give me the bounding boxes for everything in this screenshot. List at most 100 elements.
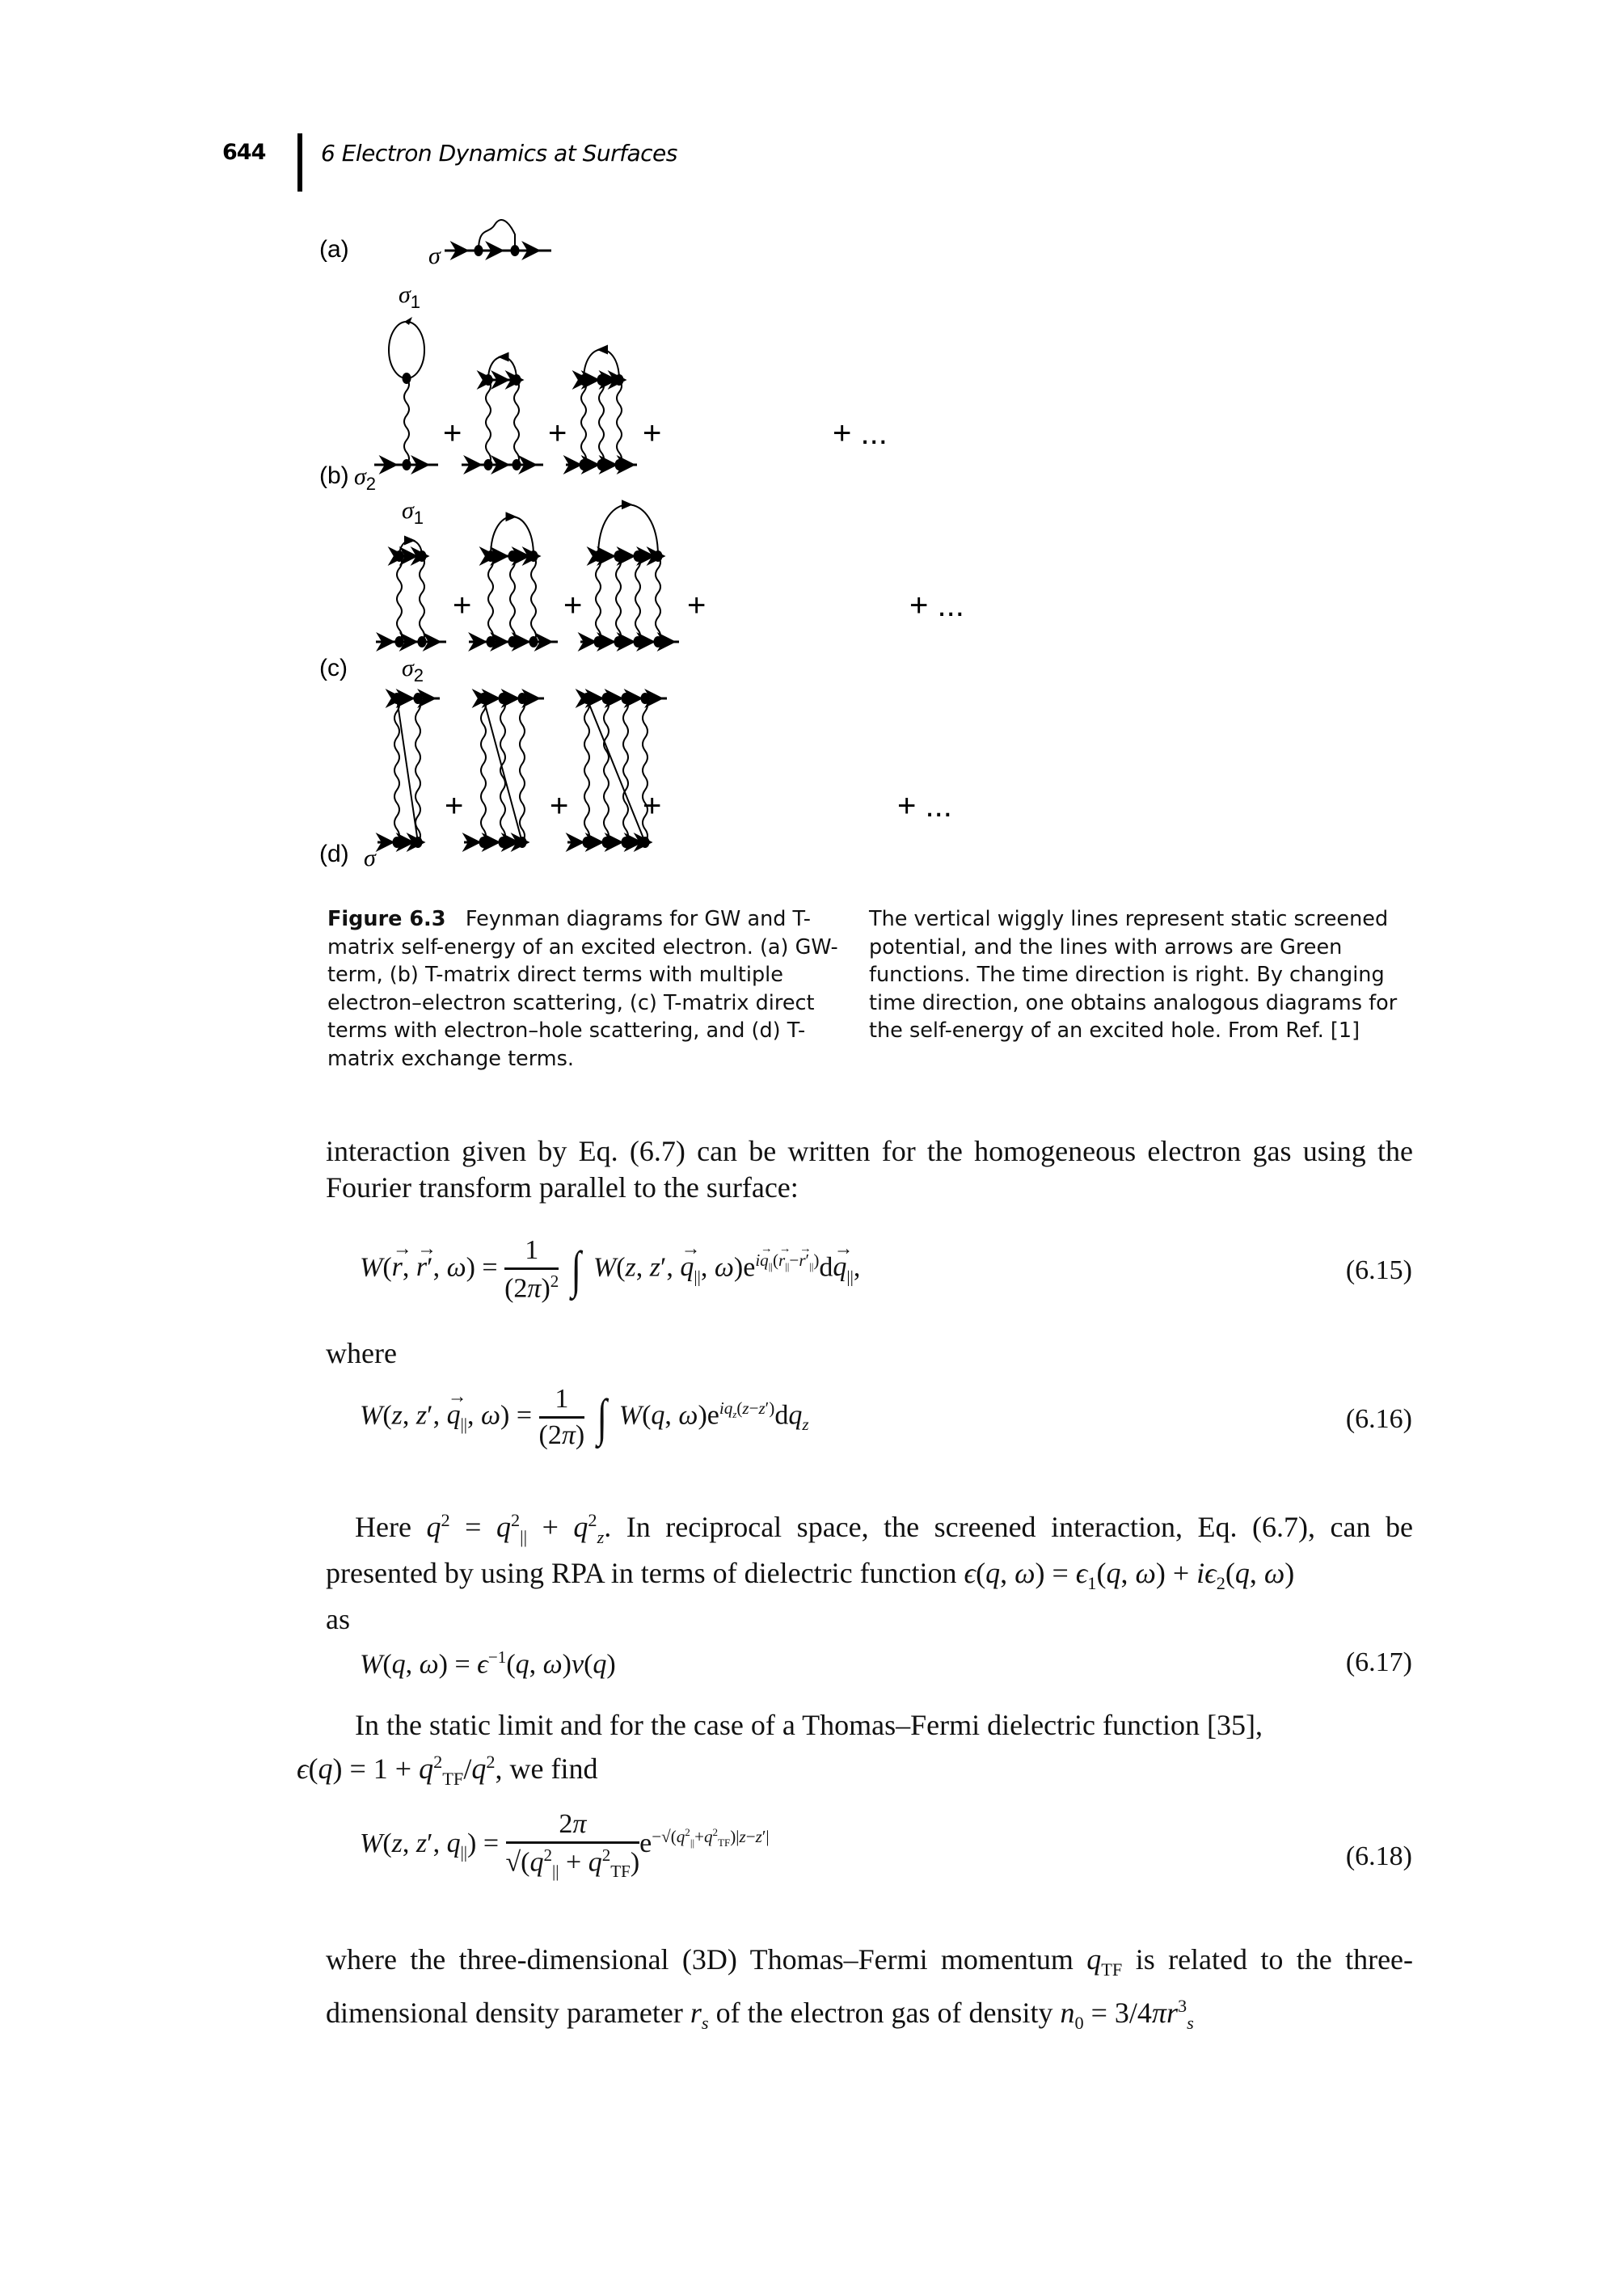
screened-potential-wiggle	[616, 379, 622, 466]
paragraph-2: Here q2 = q2|| + q2z. In reciprocal spac…	[326, 1510, 1413, 1636]
plus-c-4: + ...	[909, 588, 964, 623]
screened-potential-wiggle	[513, 379, 520, 466]
vertex-dot	[601, 693, 611, 704]
screened-potential-wiggle	[478, 219, 516, 251]
screened-potential-wiggle	[603, 698, 610, 843]
vertex-dot	[614, 636, 623, 647]
screened-potential-wiggle	[595, 555, 601, 643]
vertex-dot	[402, 459, 411, 470]
figure-label: Figure 6.3	[327, 907, 446, 931]
screened-potential-wiggle	[530, 555, 537, 643]
vertex-dot	[601, 837, 611, 848]
screened-potential-wiggle	[519, 698, 525, 843]
plus-d-4: + ...	[897, 788, 952, 824]
sigma1-label-b: σ1	[399, 281, 421, 312]
screened-potential-wiggle	[403, 377, 410, 466]
figure-6-3: (a) σ σ1 (b) σ2 σ1 (c) σ2 (d) σ + + + + …	[0, 0, 1624, 889]
vertex-dot	[633, 550, 643, 562]
vertex-dot	[529, 636, 538, 647]
screened-potential-wiggle	[509, 555, 516, 643]
vertex-dot	[621, 693, 631, 704]
plus-d-1: +	[445, 788, 464, 824]
vertex-dot	[417, 636, 427, 647]
equation-number-6-16: (6.16)	[1345, 1404, 1412, 1434]
sigma2-label-c: σ2	[402, 655, 424, 685]
vertex-dot	[508, 550, 517, 562]
arrow-head	[622, 500, 633, 510]
screened-potential-wiggle	[580, 379, 587, 466]
vertex-dot	[479, 837, 488, 848]
equation-6-16: W(z, z′, q||, ω) = 1(2π) ∫ W(q, ω)eiqz(z…	[360, 1384, 809, 1451]
panel-label-b: (b)	[319, 462, 349, 489]
screened-potential-wiggle	[419, 555, 425, 643]
vertex-dot	[653, 636, 663, 647]
equation-6-18: W(z, z′, q||) = 2π √(q2|| + q2TF) e−√(q2||…	[360, 1809, 770, 1882]
panel-label-a: (a)	[319, 236, 349, 263]
arrow-head	[505, 512, 517, 522]
vertex-dot	[413, 693, 423, 704]
feynman-diagrams	[374, 219, 679, 852]
panel-label-c: (c)	[319, 655, 348, 681]
vertex-dot	[486, 636, 496, 647]
screened-potential-wiggle	[635, 555, 641, 643]
plus-b-2: +	[548, 415, 567, 451]
plus-c-1: +	[453, 588, 472, 623]
screened-potential-wiggle	[480, 698, 487, 843]
screened-potential-wiggle	[598, 379, 605, 466]
screened-potential-wiggle	[415, 698, 421, 843]
vertex-dot	[597, 374, 606, 386]
caption-text-left: Feynman diagrams for GW and T-matrix sel…	[327, 907, 838, 1071]
vertex-dot	[579, 459, 588, 470]
vertex-dot	[394, 636, 404, 647]
paragraph-3: In the static limit and for the case of …	[297, 1709, 1263, 1790]
equation-6-15: W(r, r′, ω) = 1(2π)2 ∫ W(z, z′, q||, ω)e…	[360, 1235, 860, 1304]
propagator-arc	[487, 356, 517, 381]
screened-potential-wiggle	[615, 555, 622, 643]
vertex-dot	[640, 693, 650, 704]
plus-b-4: + ...	[833, 415, 888, 451]
vertex-dot	[621, 837, 631, 848]
equation-number-6-18: (6.18)	[1345, 1841, 1412, 1871]
panel-label-d: (d)	[319, 841, 349, 867]
arrow-head	[404, 535, 415, 546]
vertex-dot	[483, 459, 493, 470]
sigma2-label-b: σ2	[354, 463, 377, 494]
vertex-dot	[582, 837, 592, 848]
screened-potential-wiggle	[394, 698, 400, 843]
plus-c-3: +	[687, 588, 707, 623]
paragraph-1: interaction given by Eq. (6.7) can be wr…	[326, 1135, 1413, 1204]
equation-number-6-15: (6.15)	[1345, 1255, 1412, 1285]
vertex-dot	[614, 550, 623, 562]
vertex-dot	[498, 693, 508, 704]
vertex-dot	[593, 636, 603, 647]
where-text: where	[326, 1337, 397, 1369]
vertex-dot	[597, 459, 606, 470]
screened-potential-wiggle	[487, 555, 494, 643]
vertex-dot	[508, 636, 517, 647]
sigma-label-a: σ	[428, 242, 441, 269]
arrow-head	[497, 352, 509, 362]
vertex-dot	[517, 693, 527, 704]
arrow-head	[404, 317, 412, 325]
vertex-dot	[392, 837, 402, 848]
sigma-label-d: σ	[364, 845, 376, 871]
plus-c-2: +	[563, 588, 583, 623]
equation-6-17: W(q, ω) = ϵ−1(q, ω)v(q)	[360, 1647, 616, 1680]
paragraph-4: where the three-dimensional (3D) Thomas–…	[326, 1943, 1414, 2034]
screened-potential-wiggle	[396, 555, 403, 643]
screened-potential-wiggle	[584, 698, 590, 843]
vertex-dot	[633, 636, 643, 647]
equation-number-6-17: (6.17)	[1345, 1647, 1412, 1677]
plus-b-1: +	[443, 415, 462, 451]
vertex-dot	[498, 837, 508, 848]
propagator-arc	[490, 516, 534, 557]
screened-potential-wiggle	[485, 379, 491, 466]
plus-d-2: +	[550, 788, 569, 824]
plus-d-3: +	[643, 788, 662, 824]
propagator-loop	[388, 321, 425, 379]
sigma1-label-c: σ1	[402, 497, 424, 528]
vertex-dot	[614, 459, 624, 470]
exchange-propagator	[483, 698, 523, 843]
figure-caption-right: The vertical wiggly lines represent stat…	[869, 907, 1398, 1043]
figure-caption-left: Figure 6.3 Feynman diagrams for GW and T…	[327, 905, 845, 1073]
